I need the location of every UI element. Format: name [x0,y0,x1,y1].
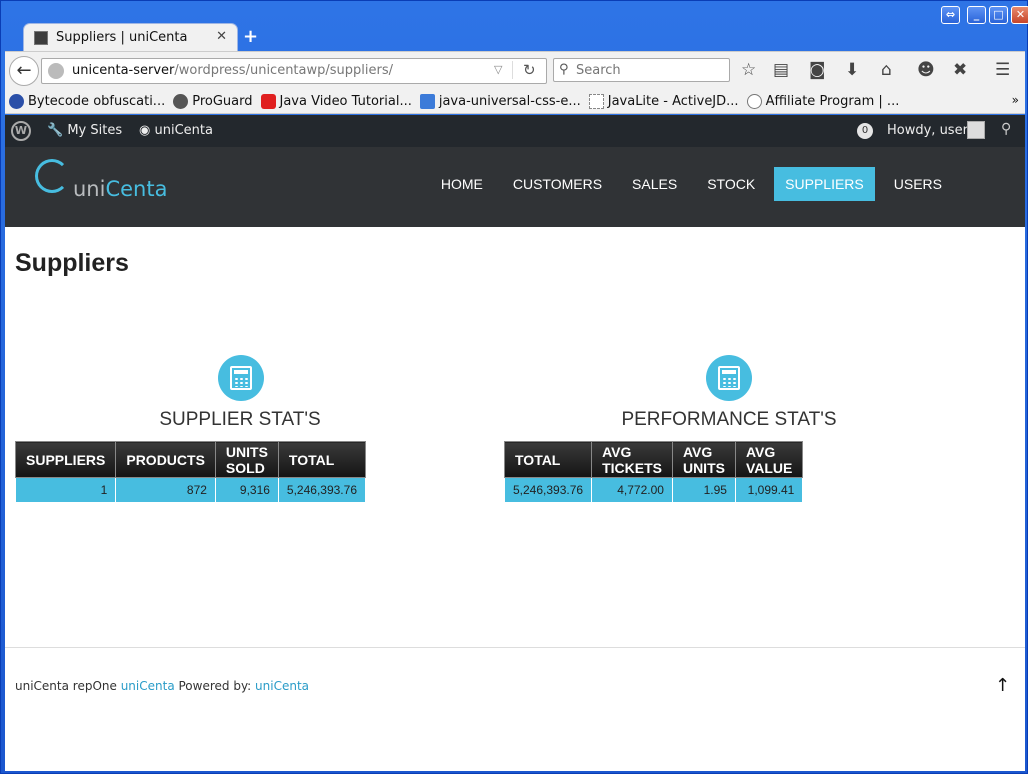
comments-badge[interactable]: 0 [857,123,873,139]
menu-stock[interactable]: STOCK [696,167,766,201]
bookmark-item[interactable]: Java Video Tutorial... [260,93,412,109]
back-button[interactable]: ← [9,56,39,86]
table-cell: 9,316 [214,477,279,503]
table-cell: 872 [115,477,216,503]
admin-search-icon[interactable]: ⚲ [1001,121,1011,137]
menu-sales[interactable]: SALES [621,167,688,201]
bookmark-item[interactable]: Affiliate Program | ... [746,93,899,109]
reading-list-icon[interactable]: ▤ [773,60,789,80]
table-cell: 1 [14,477,117,503]
supplier-stats-heading: SUPPLIER STAT'S [159,409,321,430]
address-bar[interactable]: unicenta-server/wordpress/unicentawp/sup… [41,58,547,84]
browser-window: ⇔ _ □ ✕ Suppliers | uniCenta ✕ + ← unice… [0,0,1028,774]
menu-customers[interactable]: CUSTOMERS [502,167,613,201]
menu-icon[interactable]: ☰ [995,60,1010,80]
howdy-user[interactable]: Howdy, user [887,123,968,138]
browser-tab[interactable]: Suppliers | uniCenta ✕ [23,23,238,51]
bookmarks-overflow-icon[interactable]: » [1012,93,1019,107]
bookmark-item[interactable]: Bytecode obfuscati... [9,93,165,109]
close-tab-icon[interactable]: ✕ [216,29,227,44]
column-header: AVG UNITS [671,441,736,478]
bookmark-item[interactable]: ProGuard [173,93,253,109]
my-sites-link[interactable]: 🔧 My Sites [47,123,122,138]
column-header: AVG TICKETS [591,441,673,478]
extension-icon[interactable]: ✖ [953,60,967,80]
admin-bar: W 🔧 My Sites ◉ uniCenta 0 Howdy, user ⚲ [5,115,1025,147]
navigation-toolbar: ← unicenta-server/wordpress/unicentawp/s… [5,51,1025,89]
table-row: 5,246,393.76 4,772.00 1.95 1,099.41 [503,477,804,503]
url-text[interactable]: unicenta-server/wordpress/unicentawp/sup… [72,63,393,78]
globe-icon [48,63,64,79]
calculator-icon [218,355,264,401]
youtube-icon [260,93,276,109]
history-dropdown-icon[interactable]: ▽ [494,63,502,76]
reload-icon[interactable]: ↻ [512,61,536,79]
pocket-icon[interactable]: ◙ [809,60,826,80]
performance-stats-table: TOTAL AVG TICKETS AVG UNITS AVG VALUE 5,… [503,441,804,503]
tab-strip: Suppliers | uniCenta ✕ + [5,21,1025,51]
table-cell: 1.95 [671,477,736,503]
bookmark-icon [9,93,24,109]
bookmark-icon [419,93,435,109]
site-favicon-icon [34,31,48,45]
table-cell: 5,246,393.76 [277,477,367,503]
bookmark-icon [588,93,604,109]
column-header: PRODUCTS [115,441,216,478]
footer-link-unicenta[interactable]: uniCenta [117,679,175,693]
calculator-icon [706,355,752,401]
back-to-top-icon[interactable]: ↑ [995,675,1010,696]
wordpress-icon [746,93,762,109]
bookmark-star-icon[interactable]: ☆ [741,60,756,80]
search-icon: ⚲ [559,62,569,77]
search-input[interactable] [576,61,726,79]
table-row: 1 872 9,316 5,246,393.76 [14,477,367,503]
column-header: TOTAL [277,441,367,478]
home-icon[interactable]: ⌂ [881,60,892,80]
table-cell: 5,246,393.76 [503,477,593,503]
table-cell: 1,099.41 [734,477,804,503]
site-link[interactable]: ◉ uniCenta [139,123,213,138]
bookmarks-toolbar: Bytecode obfuscati... ProGuard Java Vide… [5,89,1025,114]
menu-users[interactable]: USERS [883,167,953,201]
column-header: UNITS SOLD [214,441,279,478]
performance-stats-heading: PERFORMANCE STAT'S [621,409,837,430]
new-tab-button[interactable]: + [243,26,258,47]
footer-text: uniCenta repOne uniCenta Powered by: uni… [15,679,310,693]
bookmark-icon [173,93,189,109]
column-header: TOTAL [503,441,593,478]
column-header: SUPPLIERS [14,441,117,478]
chat-icon[interactable]: ☻ [917,60,935,80]
logo-ring-icon [35,159,69,193]
bookmark-item[interactable]: JavaLite - ActiveJD... [588,93,739,109]
search-box[interactable]: ⚲ [553,58,730,82]
bookmark-item[interactable]: java-universal-css-e... [419,93,581,109]
main-menu: HOME CUSTOMERS SALES STOCK SUPPLIERS USE… [422,167,953,201]
tab-title: Suppliers | uniCenta [56,30,188,45]
column-header: AVG VALUE [734,441,804,478]
menu-suppliers[interactable]: SUPPLIERS [774,167,875,201]
page-title: Suppliers [15,249,129,277]
wordpress-icon[interactable]: W [11,121,31,141]
page-content: Suppliers SUPPLIER STAT'S SUPPLIERS PROD… [5,227,1025,771]
footer-divider [5,647,1025,648]
avatar[interactable] [967,121,985,139]
menu-home[interactable]: HOME [430,167,494,201]
download-icon[interactable]: ⬇ [845,60,859,80]
supplier-stats-table: SUPPLIERS PRODUCTS UNITS SOLD TOTAL 1 87… [14,441,367,503]
site-header: uniCenta HOME CUSTOMERS SALES STOCK SUPP… [5,147,1025,227]
footer-link-powered[interactable]: uniCenta [255,679,309,693]
table-cell: 4,772.00 [591,477,673,503]
